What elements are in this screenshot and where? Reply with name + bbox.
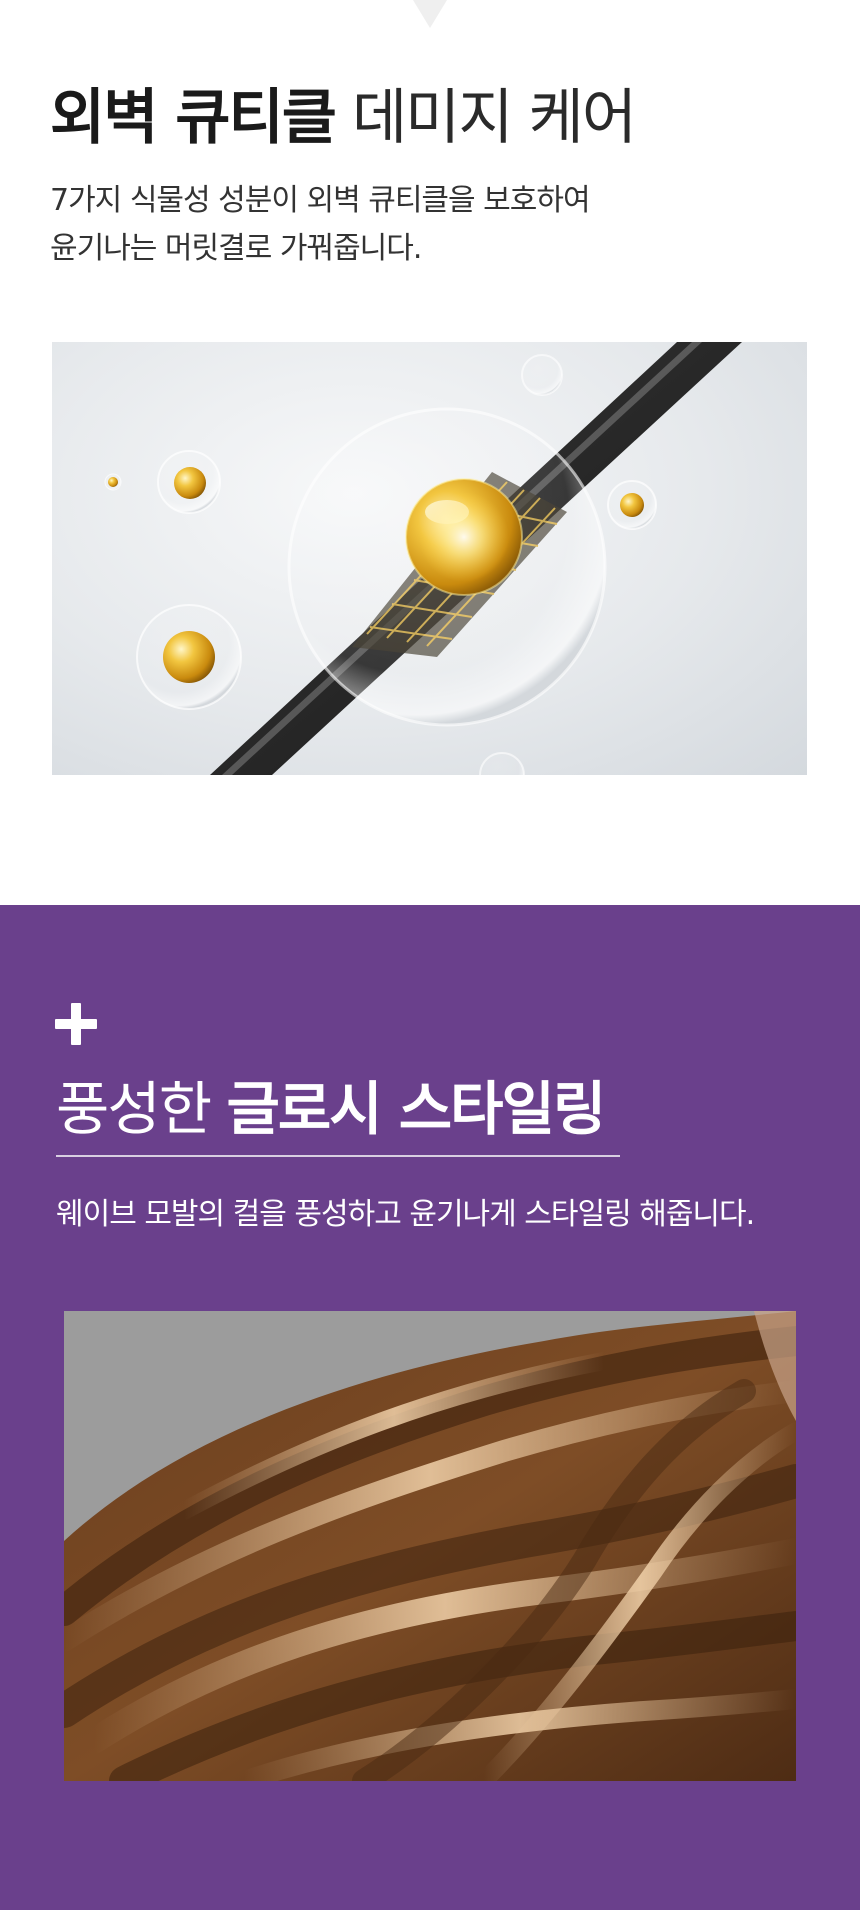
plus-icon: [55, 1003, 97, 1045]
glossy-styling-section: 풍성한 글로시 스타일링 웨이브 모발의 컬을 풍성하고 윤기나게 스타일링 해…: [0, 905, 860, 1910]
small-oil-bubble: [104, 473, 122, 491]
cuticle-care-title-bold: 외벽 큐티클: [50, 83, 337, 153]
oil-capsule-artwork: [104, 342, 742, 775]
glossy-styling-title: 풍성한 글로시 스타일링: [56, 1067, 607, 1151]
cuticle-care-section: 외벽 큐티클 데미지 케어 7가지 식물성 성분이 외벽 큐티클을 보호하여 윤…: [0, 0, 860, 905]
small-oil-bubble: [607, 480, 657, 530]
small-oil-bubble: [157, 450, 221, 514]
cuticle-care-description-line-2: 윤기나는 머릿결로 가꿔줍니다.: [50, 231, 422, 266]
cuticle-care-description: 7가지 식물성 성분이 외벽 큐티클을 보호하여 윤기나는 머릿결로 가꿔줍니다…: [50, 177, 591, 273]
tiny-bubble: [479, 752, 525, 775]
title-underline: [56, 1155, 620, 1157]
glossy-styling-description: 웨이브 모발의 컬을 풍성하고 윤기나게 스타일링 해줍니다.: [56, 1197, 755, 1232]
wavy-hair-artwork: [64, 1311, 796, 1781]
glossy-styling-title-bold: 글로시 스타일링: [226, 1075, 607, 1143]
cuticle-care-title-light: 데미지 케어: [334, 83, 637, 153]
small-oil-bubble: [136, 604, 242, 710]
section-divider-notch: [413, 0, 447, 28]
cuticle-care-title: 외벽 큐티클 데미지 케어: [50, 78, 637, 158]
glossy-wavy-brown-hair-photo: [64, 1311, 796, 1781]
glossy-styling-title-light: 풍성한: [56, 1075, 227, 1143]
hair-strand-oil-capsule-illustration: [52, 342, 807, 775]
tiny-bubble: [521, 354, 563, 396]
light-flare: [419, 492, 509, 582]
cuticle-care-description-line-1: 7가지 식물성 성분이 외벽 큐티클을 보호하여: [50, 183, 591, 218]
